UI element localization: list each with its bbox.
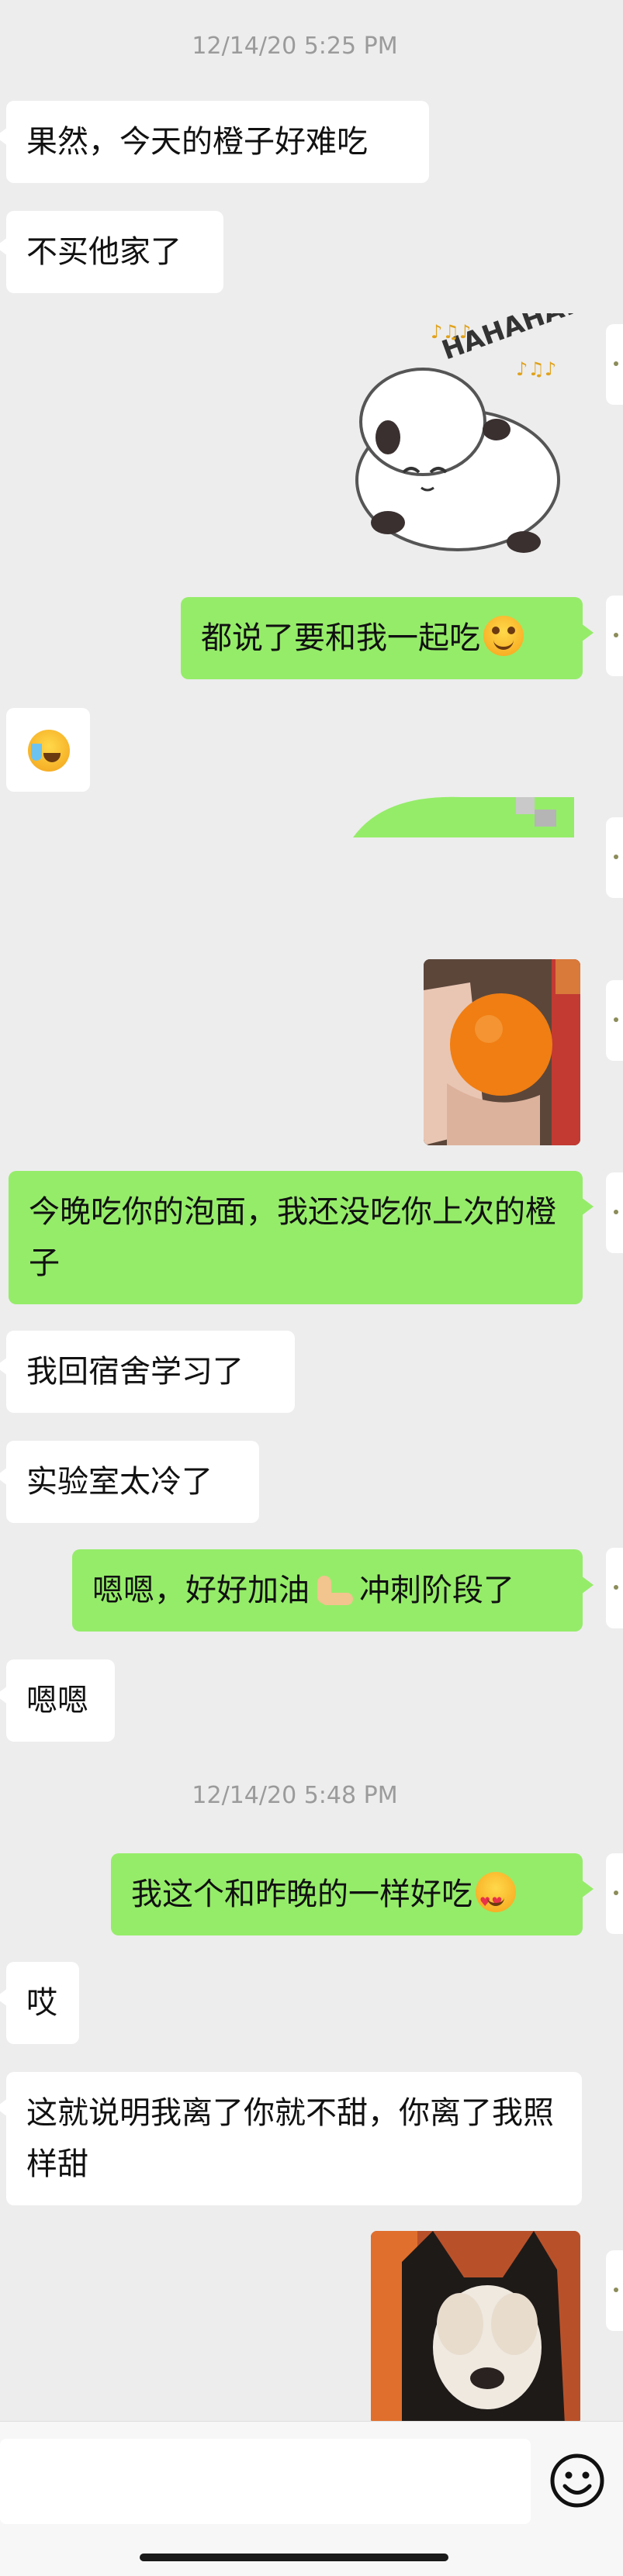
- panda-laughing-sticker[interactable]: HAHAHA... ♪♫♪ ♪♫♪: [330, 283, 597, 569]
- message-text: 嗯嗯，好好加油: [92, 1573, 310, 1608]
- incoming-message[interactable]: 果然，今天的橙子好难吃: [0, 101, 429, 183]
- flexed-biceps-emoji: [313, 1569, 356, 1608]
- outgoing-image-message[interactable]: [353, 794, 574, 837]
- panda-sticker-image: HAHAHA... ♪♫♪ ♪♫♪: [355, 283, 597, 553]
- emoji-button[interactable]: [549, 2453, 605, 2509]
- outgoing-message[interactable]: 都说了要和我一起吃: [181, 597, 594, 679]
- dog-photo[interactable]: [371, 2231, 580, 2425]
- avatar[interactable]: [606, 1548, 623, 1628]
- smiley-face-icon: [550, 2453, 604, 2508]
- outgoing-message[interactable]: 我这个和昨晚的一样好吃: [111, 1853, 594, 1935]
- message-input[interactable]: [0, 2439, 531, 2524]
- svg-text:♪♫♪: ♪♫♪: [516, 358, 556, 380]
- outgoing-message[interactable]: 嗯嗯，好好加油 冲刺阶段了: [72, 1549, 594, 1632]
- orange-photo-image: [424, 959, 580, 1145]
- incoming-message[interactable]: 哎: [0, 1962, 79, 2044]
- smiling-face-emoji: [483, 616, 524, 656]
- avatar[interactable]: [606, 324, 623, 405]
- avatar[interactable]: [606, 1853, 623, 1934]
- orange-photo[interactable]: [424, 959, 580, 1145]
- incoming-emoji-message[interactable]: [6, 708, 90, 792]
- incoming-message[interactable]: 嗯嗯: [0, 1659, 115, 1742]
- chat-input-bar: [0, 2421, 623, 2576]
- message-text: 冲刺阶段了: [359, 1573, 514, 1608]
- incoming-message[interactable]: 实验室太冷了: [0, 1441, 259, 1523]
- dog-photo-image: [371, 2231, 580, 2425]
- incoming-message[interactable]: 不买他家了: [0, 211, 223, 293]
- outgoing-message[interactable]: 今晚吃你的泡面，我还没吃你上次的橙子: [9, 1171, 594, 1304]
- cropped-photo: [353, 796, 574, 837]
- avatar[interactable]: [606, 2250, 623, 2331]
- incoming-message[interactable]: 这就说明我离了你就不甜，你离了我照样甜: [0, 2072, 582, 2205]
- message-text: 都说了要和我一起吃: [201, 620, 480, 656]
- avatar[interactable]: [606, 1172, 623, 1253]
- chat-timestamp: 12/14/20 5:25 PM: [192, 33, 398, 60]
- crying-face-emoji: [28, 730, 70, 772]
- heart-eyes-emoji: [476, 1872, 516, 1928]
- chat-timestamp: 12/14/20 5:48 PM: [192, 1782, 398, 1809]
- avatar[interactable]: [606, 817, 623, 898]
- avatar[interactable]: [606, 596, 623, 676]
- home-indicator[interactable]: [140, 2554, 448, 2561]
- message-text: 我这个和昨晚的一样好吃: [131, 1877, 472, 1912]
- incoming-message[interactable]: 我回宿舍学习了: [0, 1331, 295, 1413]
- avatar[interactable]: [606, 980, 623, 1061]
- svg-text:♪♫♪: ♪♫♪: [431, 321, 471, 343]
- chat-screen: 12/14/20 5:25 PM 果然，今天的橙子好难吃 不买他家了 HAHAH…: [0, 0, 623, 2576]
